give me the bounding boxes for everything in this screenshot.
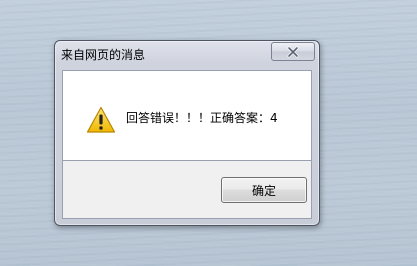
warning-icon <box>86 106 116 134</box>
dialog-content: 回答错误！！！正确答案：4 <box>62 70 312 161</box>
ok-button[interactable]: 确定 <box>221 177 307 203</box>
dialog-message: 回答错误！！！正确答案：4 <box>126 111 278 125</box>
close-button[interactable] <box>271 42 315 61</box>
dialog-footer: 确定 <box>62 161 312 219</box>
alert-dialog: 来自网页的消息 回答错误！！！正确答案：4 确定 <box>54 40 320 226</box>
close-icon <box>287 46 299 57</box>
dialog-title: 来自网页的消息 <box>61 48 146 62</box>
